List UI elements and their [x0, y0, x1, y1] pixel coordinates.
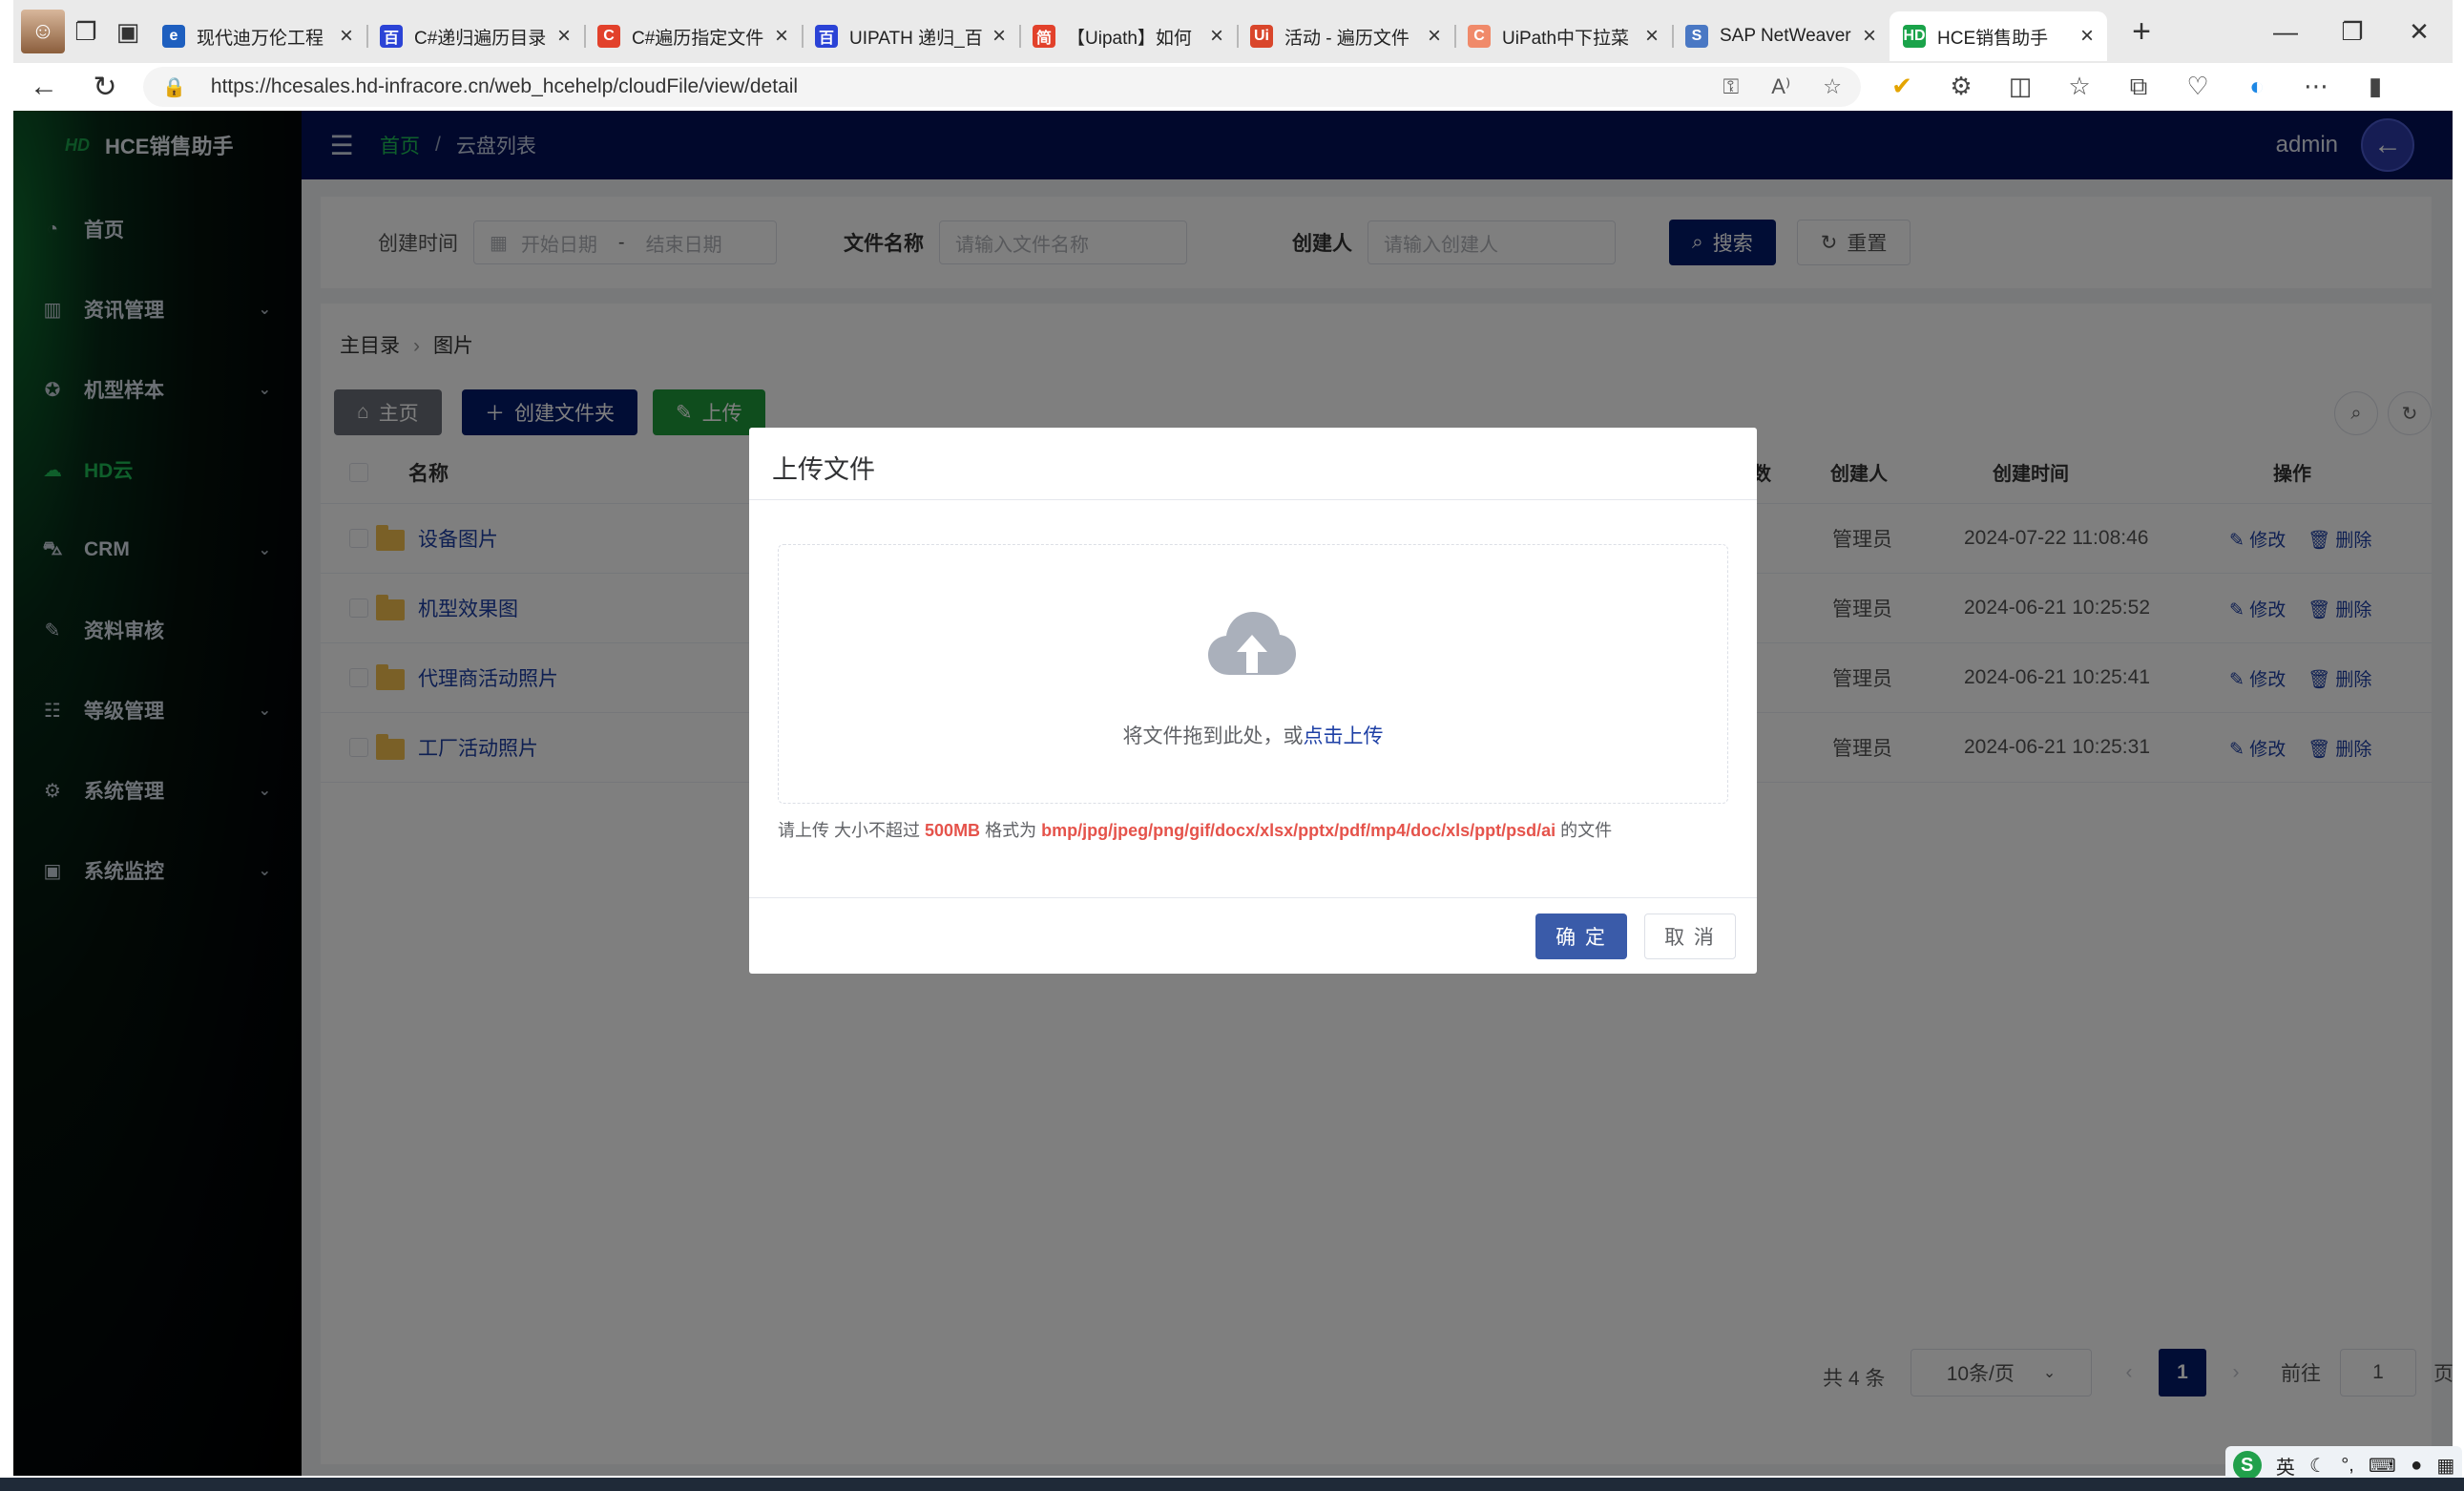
edge-icon[interactable]: ◐	[2227, 72, 2287, 102]
drop-text: 将文件拖到此处，或点击上传	[779, 721, 1727, 749]
upload-cloud-icon	[1208, 612, 1296, 675]
tab-title: 【Uipath】如何	[1067, 28, 1192, 49]
tab-favicon-icon: e	[162, 25, 185, 48]
browser-tab[interactable]: C UiPath中下拉菜 ×	[1454, 11, 1672, 61]
upload-dropzone[interactable]: 将文件拖到此处，或点击上传	[778, 544, 1728, 804]
tab-strip: e 现代迪万伦工程 × 百 C#递归遍历目录 × C C#遍历指定文件 × 百 UIPATH 递归_…	[149, 2, 2107, 61]
favorites-icon[interactable]: ☆	[2050, 72, 2109, 102]
dialog-title: 上传文件	[772, 455, 875, 484]
divider	[749, 897, 1757, 898]
drop-instruction: 将文件拖到此处，或	[1122, 725, 1304, 747]
tab-close-icon[interactable]: ×	[1863, 23, 1876, 50]
tab-favicon-icon: 百	[380, 25, 403, 48]
taskbar-edge	[0, 1478, 2464, 1491]
click-upload-link[interactable]: 点击上传	[1304, 725, 1384, 747]
tab-title: UIPATH 递归_百	[849, 28, 983, 49]
browser-tab[interactable]: HD HCE销售助手 ×	[1890, 11, 2107, 61]
tab-favicon-icon: S	[1685, 25, 1708, 48]
split-screen-icon[interactable]: ◫	[1991, 72, 2050, 102]
tab-close-icon[interactable]: ×	[992, 23, 1006, 50]
tab-close-icon[interactable]: ×	[775, 23, 788, 50]
browser-tab[interactable]: S SAP NetWeaver ×	[1672, 11, 1890, 61]
browser-tab[interactable]: 百 UIPATH 递归_百 ×	[802, 11, 1019, 61]
window-controls: — ❐ ✕	[2252, 17, 2453, 47]
tip-mid: 格式为	[985, 821, 1037, 840]
tab-title: C#递归遍历目录	[414, 28, 547, 49]
url-text: https://hcesales.hd-infracore.cn/web_hce…	[210, 75, 799, 97]
tab-close-icon[interactable]: ×	[1428, 23, 1441, 50]
browser-essentials-icon[interactable]: ♡	[2168, 72, 2227, 102]
user-icon[interactable]: ●	[2411, 1455, 2422, 1477]
ime-language[interactable]: 英	[2276, 1452, 2295, 1480]
app: HD HCE销售助手 ◔首页▥资讯管理⌄✪机型样本⌄☁HD云⛍CRM⌄✎资料审核…	[13, 111, 2453, 1476]
punctuation-icon[interactable]: °,	[2341, 1455, 2354, 1477]
tab-close-icon[interactable]: ×	[340, 23, 353, 50]
cancel-button[interactable]: 取 消	[1644, 914, 1736, 959]
tab-title: 现代迪万伦工程	[197, 28, 324, 49]
tab-close-icon[interactable]: ×	[1645, 23, 1659, 50]
divider	[749, 499, 1757, 500]
confirm-button[interactable]: 确 定	[1535, 914, 1627, 959]
tab-favicon-icon: Ui	[1250, 25, 1273, 48]
tab-favicon-icon: 简	[1033, 25, 1055, 48]
browser-tab[interactable]: e 现代迪万伦工程 ×	[149, 11, 366, 61]
tab-title: C#遍历指定文件	[632, 28, 764, 49]
sogou-ime-icon[interactable]: S	[2232, 1451, 2262, 1480]
tab-favicon-icon: C	[1468, 25, 1491, 48]
left-edge	[0, 0, 13, 1491]
tab-title: UiPath中下拉菜	[1502, 28, 1630, 49]
tip-suffix: 的文件	[1560, 821, 1613, 840]
read-aloud-icon[interactable]: A⁾	[1771, 74, 1790, 99]
tab-actions-icon[interactable]: ▣	[107, 10, 149, 52]
back-icon[interactable]: ←	[13, 71, 74, 103]
tab-title: HCE销售助手	[1937, 28, 2049, 49]
restore-icon[interactable]: ❐	[2319, 17, 2386, 47]
new-tab-button[interactable]: +	[2122, 13, 2161, 51]
lock-icon[interactable]: 🔒	[162, 75, 186, 99]
extension-check-icon[interactable]: ✔	[1872, 72, 1932, 102]
moon-icon[interactable]: ☾	[2309, 1454, 2327, 1478]
upload-dialog: 上传文件 将文件拖到此处，或点击上传 请上传 大小不超过 500MB 格式为 b…	[749, 428, 1757, 974]
tab-favicon-icon: 百	[815, 25, 838, 48]
browser-tab[interactable]: Ui 活动 - 遍历文件 ×	[1237, 11, 1454, 61]
tab-favicon-icon: C	[597, 25, 620, 48]
minimize-icon[interactable]: —	[2252, 17, 2319, 47]
tip-prefix: 请上传 大小不超过	[778, 821, 921, 840]
browser-tab[interactable]: 百 C#递归遍历目录 ×	[366, 11, 584, 61]
tab-close-icon[interactable]: ×	[2080, 23, 2094, 50]
tab-title: 活动 - 遍历文件	[1284, 28, 1409, 49]
tab-close-icon[interactable]: ×	[557, 23, 571, 50]
keyboard-icon[interactable]: ⌨	[2369, 1454, 2396, 1478]
address-bar[interactable]: 🔒 https://hcesales.hd-infracore.cn/web_h…	[143, 67, 1861, 107]
collections-icon[interactable]: ⧉	[2109, 72, 2168, 102]
key-icon[interactable]: ⚿	[1723, 74, 1739, 99]
browser-tab[interactable]: C C#遍历指定文件 ×	[584, 11, 802, 61]
sidebar-toggle-icon[interactable]: ▮	[2346, 72, 2405, 102]
favorite-star-icon[interactable]: ☆	[1823, 74, 1842, 99]
tab-favicon-icon: HD	[1903, 25, 1926, 48]
address-bar-row: ← ↻ 🔒 https://hcesales.hd-infracore.cn/w…	[13, 63, 2453, 111]
grid-icon[interactable]: ▦	[2436, 1454, 2454, 1478]
tip-size: 500MB	[925, 821, 981, 840]
refresh-icon[interactable]: ↻	[74, 71, 136, 104]
tab-close-icon[interactable]: ×	[1210, 23, 1223, 50]
tab-title: SAP NetWeaver	[1720, 26, 1851, 46]
extensions-icon[interactable]: ⚙	[1932, 72, 1991, 102]
browser-tab[interactable]: 简【Uipath】如何 ×	[1019, 11, 1237, 61]
close-window-icon[interactable]: ✕	[2386, 17, 2453, 47]
browser-window: ☺ ❐ ▣ e 现代迪万伦工程 × 百 C#递归遍历目录 × C C#遍历指定文件 × 百 UIPA…	[13, 0, 2453, 111]
toolbar-icons: ✔ ⚙ ◫ ☆ ⧉ ♡ ◐ ⋯ ▮	[1872, 72, 2405, 102]
profile-avatar[interactable]: ☺	[21, 10, 65, 53]
upload-tip: 请上传 大小不超过 500MB 格式为 bmp/jpg/jpeg/png/gif…	[778, 817, 1612, 842]
workspaces-icon[interactable]: ❐	[65, 10, 107, 52]
more-icon[interactable]: ⋯	[2287, 72, 2346, 102]
tip-formats: bmp/jpg/jpeg/png/gif/docx/xlsx/pptx/pdf/…	[1041, 821, 1556, 840]
tab-bar: ☺ ❐ ▣ e 现代迪万伦工程 × 百 C#递归遍历目录 × C C#遍历指定文件 × 百 UIPA…	[13, 0, 2453, 63]
